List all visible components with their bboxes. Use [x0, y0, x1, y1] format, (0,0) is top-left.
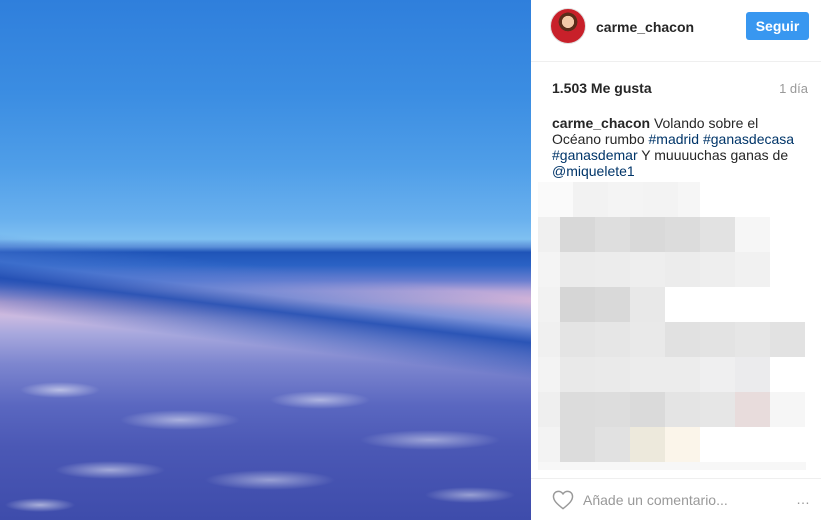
post-side-panel: carme_chacon Seguir 1.503 Me gusta 1 día… [531, 0, 821, 520]
post-footer: … [531, 478, 821, 520]
caption-username[interactable]: carme_chacon [552, 115, 650, 131]
comment-input[interactable] [583, 488, 763, 512]
heart-icon[interactable] [552, 490, 574, 510]
blurred-comments [538, 182, 806, 472]
clouds [0, 330, 531, 520]
post-header: carme_chacon Seguir [531, 0, 821, 62]
caption-text-2: Y muuuuchas ganas de [641, 147, 789, 163]
post-time[interactable]: 1 día [779, 81, 808, 96]
likes-count[interactable]: 1.503 Me gusta [552, 80, 652, 96]
hashtag-madrid[interactable]: #madrid [649, 131, 700, 147]
mention-miquelete1[interactable]: @miquelete1 [552, 163, 635, 179]
follow-button[interactable]: Seguir [746, 12, 809, 40]
ellipsis-icon[interactable]: … [796, 491, 811, 507]
hashtag-ganasdecasa[interactable]: #ganasdecasa [703, 131, 794, 147]
avatar[interactable] [550, 8, 586, 44]
post-photo[interactable] [0, 0, 531, 520]
header-username[interactable]: carme_chacon [596, 19, 694, 35]
post-caption: carme_chacon Volando sobre el Océano rum… [552, 115, 804, 179]
hashtag-ganasdemar[interactable]: #ganasdemar [552, 147, 638, 163]
